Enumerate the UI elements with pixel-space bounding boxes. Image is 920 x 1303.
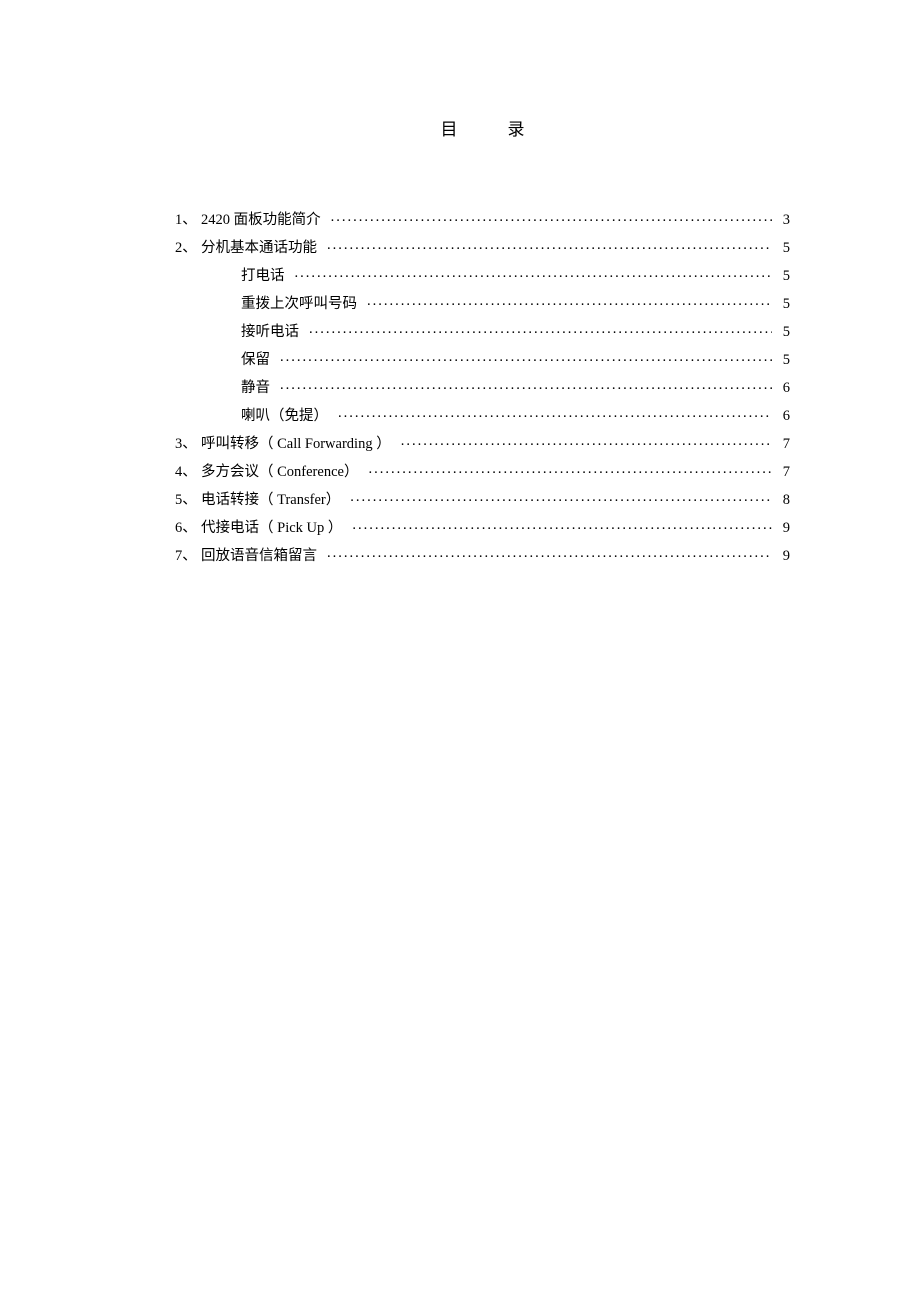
toc-label: 喇叭（免提） [201,409,334,424]
toc-row: 重拨上次呼叫号码 5 [175,294,790,312]
toc-row: 接听电话 5 [175,322,790,340]
toc-number: 2、 [175,241,201,256]
toc-row: 静音 6 [175,378,790,396]
toc-leader [364,462,772,476]
toc-page-number: 7 [772,465,790,480]
toc-label: 静音 [201,381,276,396]
toc-leader [291,266,773,280]
toc-leader [323,238,772,252]
toc-leader [363,294,772,308]
toc-leader [276,378,772,392]
toc-page-number: 6 [772,409,790,424]
toc-label: 分机基本通话功能 [201,241,323,256]
toc-page-number: 9 [772,521,790,536]
toc-page-number: 9 [772,549,790,564]
toc-label: 电话转接（ Transfer） [201,493,346,508]
toc-number: 3、 [175,437,201,452]
toc-leader [346,490,772,504]
toc-number: 7、 [175,549,201,564]
toc-row: 喇叭（免提） 6 [175,406,790,424]
toc-label: 重拨上次呼叫号码 [201,297,363,312]
page-title: 目录 [175,115,790,140]
table-of-contents: 1、2420 面板功能简介32、分机基本通话功能5打电话5重拨上次呼叫号码5接听… [175,210,790,564]
toc-label: 代接电话（ Pick Up ） [201,521,348,536]
toc-row: 1、2420 面板功能简介 3 [175,210,790,228]
toc-label: 多方会议（ Conference） [201,465,364,480]
toc-page-number: 6 [772,381,790,396]
toc-row: 2、分机基本通话功能 5 [175,238,790,256]
toc-page-number: 5 [772,325,790,340]
toc-row: 保留 5 [175,350,790,368]
toc-label: 打电话 [201,269,291,284]
toc-number: 5、 [175,493,201,508]
toc-page-number: 5 [772,353,790,368]
toc-label: 2420 面板功能简介 [201,213,327,228]
toc-row: 6、代接电话（ Pick Up ） 9 [175,518,790,536]
toc-number: 6、 [175,521,201,536]
toc-number: 1、 [175,213,201,228]
toc-page-number: 7 [772,437,790,452]
toc-leader [348,518,772,532]
toc-label: 保留 [201,353,276,368]
toc-leader [323,546,772,560]
toc-leader [334,406,772,420]
toc-page-number: 5 [772,297,790,312]
toc-row: 3、呼叫转移（ Call Forwarding ） 7 [175,434,790,452]
toc-row: 7、回放语音信箱留言 9 [175,546,790,564]
toc-label: 接听电话 [201,325,305,340]
toc-row: 打电话 5 [175,266,790,284]
toc-leader [327,210,772,224]
toc-page-number: 3 [772,213,790,228]
toc-leader [397,434,772,448]
toc-number: 4、 [175,465,201,480]
toc-page-number: 5 [772,241,790,256]
toc-page-number: 5 [772,269,790,284]
toc-leader [305,322,772,336]
toc-label: 呼叫转移（ Call Forwarding ） [201,437,397,452]
toc-leader [276,350,772,364]
toc-row: 5、电话转接（ Transfer） 8 [175,490,790,508]
toc-label: 回放语音信箱留言 [201,549,323,564]
toc-row: 4、多方会议（ Conference） 7 [175,462,790,480]
toc-page-number: 8 [772,493,790,508]
